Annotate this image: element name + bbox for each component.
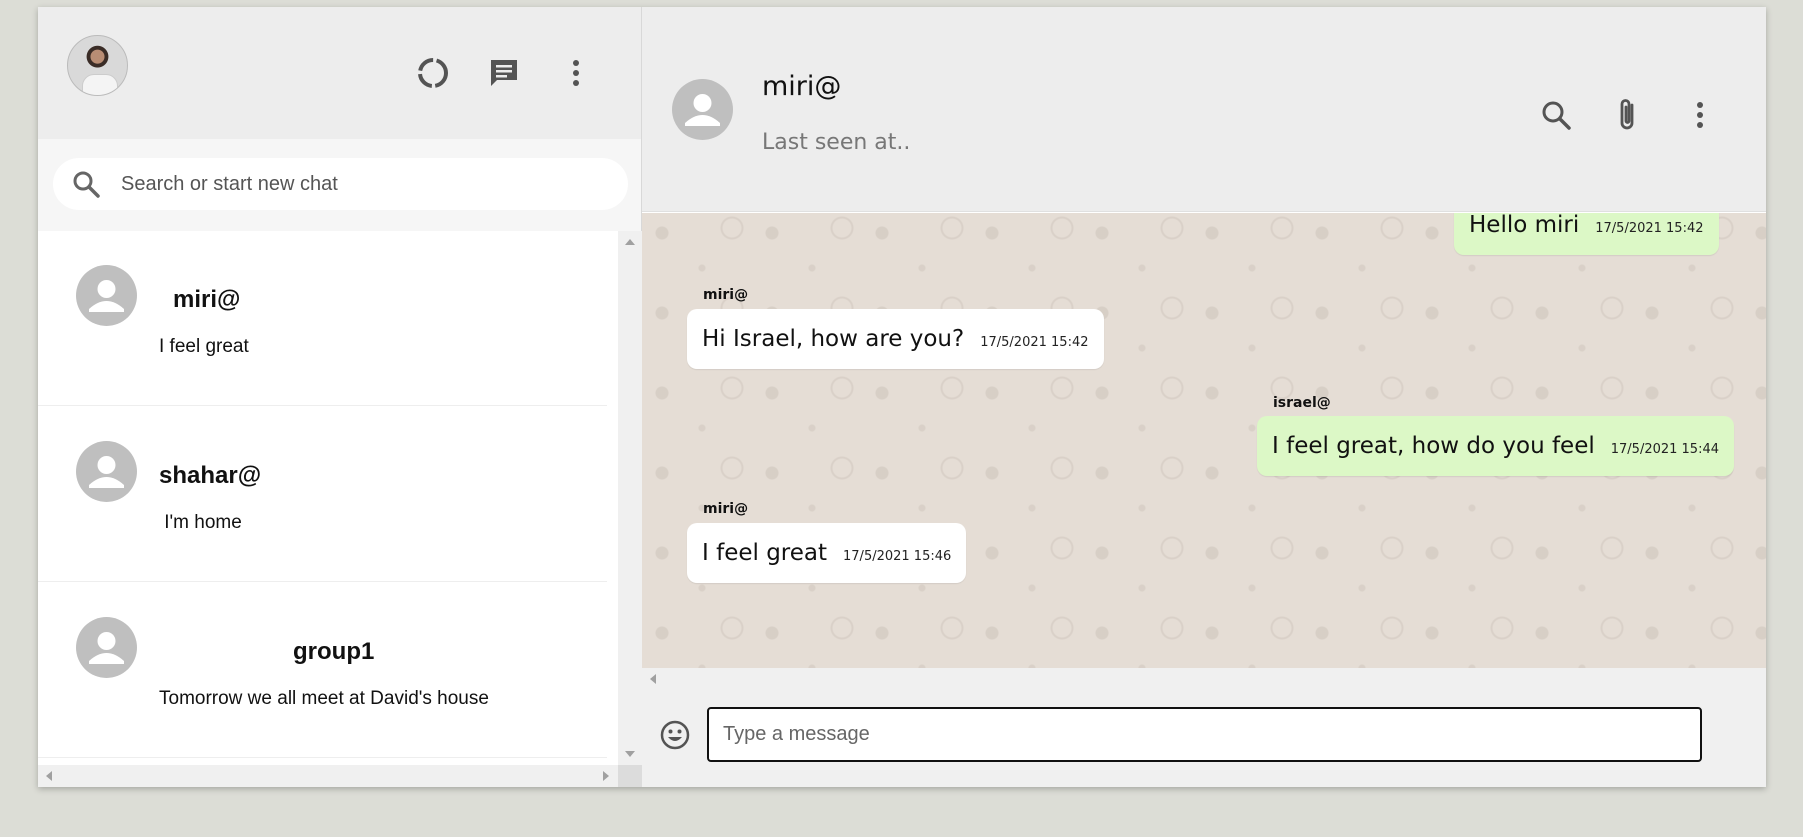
menu-dots-icon[interactable] [1680,95,1720,135]
message-text: I feel great [702,540,828,566]
chat-list: miri@ I feel great shahar@ I'm home grou… [38,231,618,765]
message-composer [642,690,1766,787]
sidebar-header [38,7,641,139]
message-input[interactable] [707,707,1702,762]
message-horizontal-scrollbar[interactable] [642,668,1766,690]
search-section [38,139,641,231]
chat-last-message: Tomorrow we all meet at David's house [159,688,489,709]
default-avatar-icon [76,265,137,326]
default-avatar-icon [76,617,137,678]
search-bar [53,158,628,210]
chat-last-message: I'm home [159,512,242,533]
message-bubble-outgoing: Hello miri 17/5/2021 15:42 [1454,213,1719,255]
message-bubble-incoming: Hi Israel, how are you? 17/5/2021 15:42 [687,309,1104,369]
chat-list-scrollbar[interactable] [618,231,642,765]
conversation-panel: miri@ Last seen at.. Hello miri 17/5/202… [642,7,1766,787]
message-time: 17/5/2021 15:46 [843,548,952,564]
paperclip-icon[interactable] [1608,95,1648,135]
default-avatar-icon [76,441,137,502]
search-icon[interactable] [71,169,105,199]
scroll-down-arrow-icon[interactable] [625,751,635,757]
message-sender: miri@ [703,287,749,303]
whatsapp-clone-window: miri@ I feel great shahar@ I'm home g [38,7,1766,787]
chat-name: miri@ [173,286,241,313]
microphone-icon[interactable] [1757,715,1766,755]
contact-status: Last seen at.. [762,130,911,155]
message-bubble-incoming: I feel great 17/5/2021 15:46 [687,523,967,583]
message-text: Hi Israel, how are you? [702,326,965,352]
message-text: Hello miri [1469,213,1580,238]
chat-list-item[interactable]: shahar@ I'm home [38,407,607,582]
new-chat-icon[interactable] [484,53,524,93]
conversation-header: miri@ Last seen at.. [642,7,1766,212]
message-time: 17/5/2021 15:42 [1595,220,1704,236]
scroll-left-arrow-icon[interactable] [650,674,656,684]
contact-avatar-icon[interactable] [672,79,733,140]
emoji-icon[interactable] [655,715,695,755]
scrollbar-corner [618,765,642,787]
scroll-up-arrow-icon[interactable] [625,239,635,245]
search-icon[interactable] [1536,95,1576,135]
status-icon[interactable] [413,53,453,93]
chat-name: shahar@ [159,462,262,489]
search-input[interactable] [121,172,601,196]
message-sender: israel@ [1273,395,1331,411]
message-sender: miri@ [703,501,749,517]
message-area: Hello miri 17/5/2021 15:42 miri@ Hi Isra… [642,213,1766,668]
message-time: 17/5/2021 15:42 [980,334,1089,350]
chat-list-item[interactable]: group1 Tomorrow we all meet at David's h… [38,583,607,758]
chat-last-message: I feel great [159,336,249,357]
contact-name[interactable]: miri@ [762,71,841,102]
scroll-right-arrow-icon[interactable] [603,771,609,781]
message-time: 17/5/2021 15:44 [1610,441,1720,457]
chat-list-item[interactable]: miri@ I feel great [38,231,607,406]
sidebar: miri@ I feel great shahar@ I'm home g [38,7,642,787]
chat-list-horizontal-scrollbar[interactable] [38,765,618,787]
chat-name: group1 [293,638,375,665]
my-profile-avatar[interactable] [67,35,128,96]
scroll-left-arrow-icon[interactable] [46,771,52,781]
message-text: I feel great, how do you feel [1272,433,1595,459]
menu-dots-icon[interactable] [556,53,596,93]
message-bubble-outgoing: I feel great, how do you feel 17/5/2021 … [1257,416,1735,476]
